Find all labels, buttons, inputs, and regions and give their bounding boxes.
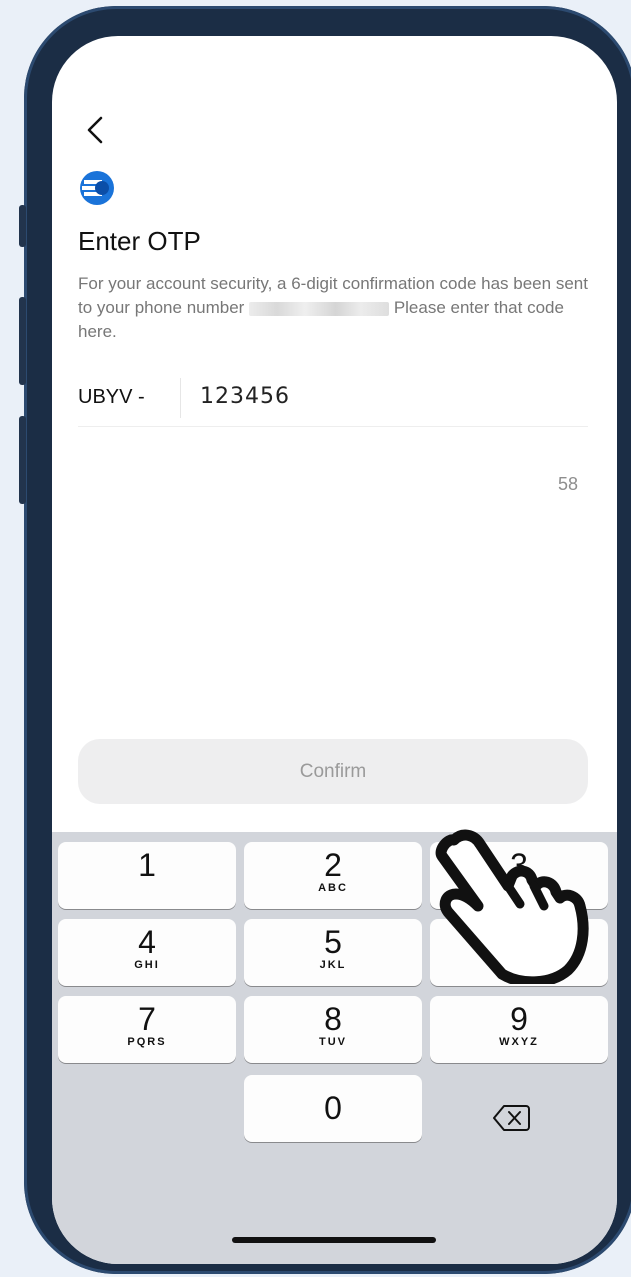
phone-side-button	[19, 205, 26, 247]
key-5[interactable]: 5 JKL	[244, 919, 422, 986]
otp-prefix: UBYV -	[78, 386, 145, 408]
page-title: Enter OTP	[78, 226, 201, 256]
otp-instructions: For your account security, a 6-digit con…	[78, 272, 588, 344]
key-digit: 7	[138, 1001, 156, 1037]
key-letters: PQRS	[127, 1036, 167, 1048]
key-digit: 4	[138, 924, 156, 960]
key-letters: ABC	[318, 882, 348, 894]
key-digit: 2	[324, 847, 342, 883]
key-7[interactable]: 7 PQRS	[58, 996, 236, 1063]
confirm-button[interactable]: Confirm	[78, 739, 588, 804]
hand-pointer-icon	[435, 829, 589, 984]
resend-countdown: 58	[557, 474, 578, 494]
backspace-key[interactable]	[488, 1098, 536, 1138]
key-digit: 0	[324, 1090, 342, 1126]
key-letters: GHI	[134, 959, 160, 971]
key-letters: WXYZ	[499, 1036, 539, 1048]
key-digit: 1	[138, 847, 156, 883]
key-digit: 9	[510, 1001, 528, 1037]
key-digit: 8	[324, 1001, 342, 1037]
key-0[interactable]: 0	[244, 1075, 422, 1142]
home-indicator	[232, 1237, 436, 1243]
otp-field[interactable]: UBYV - 123456	[78, 374, 588, 427]
masked-phone-number	[249, 301, 390, 316]
phone-screen: Enter OTP For your account security, a 6…	[52, 36, 617, 1264]
phone-side-button	[19, 297, 26, 385]
app-logo-icon	[79, 170, 115, 206]
key-4[interactable]: 4 GHI	[58, 919, 236, 986]
key-1[interactable]: 1	[58, 842, 236, 909]
key-letters: JKL	[319, 959, 347, 971]
chevron-left-icon	[87, 116, 103, 144]
key-2[interactable]: 2 ABC	[244, 842, 422, 909]
key-9[interactable]: 9 WXYZ	[430, 996, 608, 1063]
otp-input[interactable]: 123456	[200, 384, 290, 409]
key-letters: TUV	[319, 1036, 347, 1048]
key-8[interactable]: 8 TUV	[244, 996, 422, 1063]
back-button[interactable]	[82, 112, 108, 148]
key-digit: 5	[324, 924, 342, 960]
phone-side-button	[19, 416, 26, 504]
otp-divider	[180, 378, 181, 418]
backspace-icon	[493, 1105, 530, 1131]
